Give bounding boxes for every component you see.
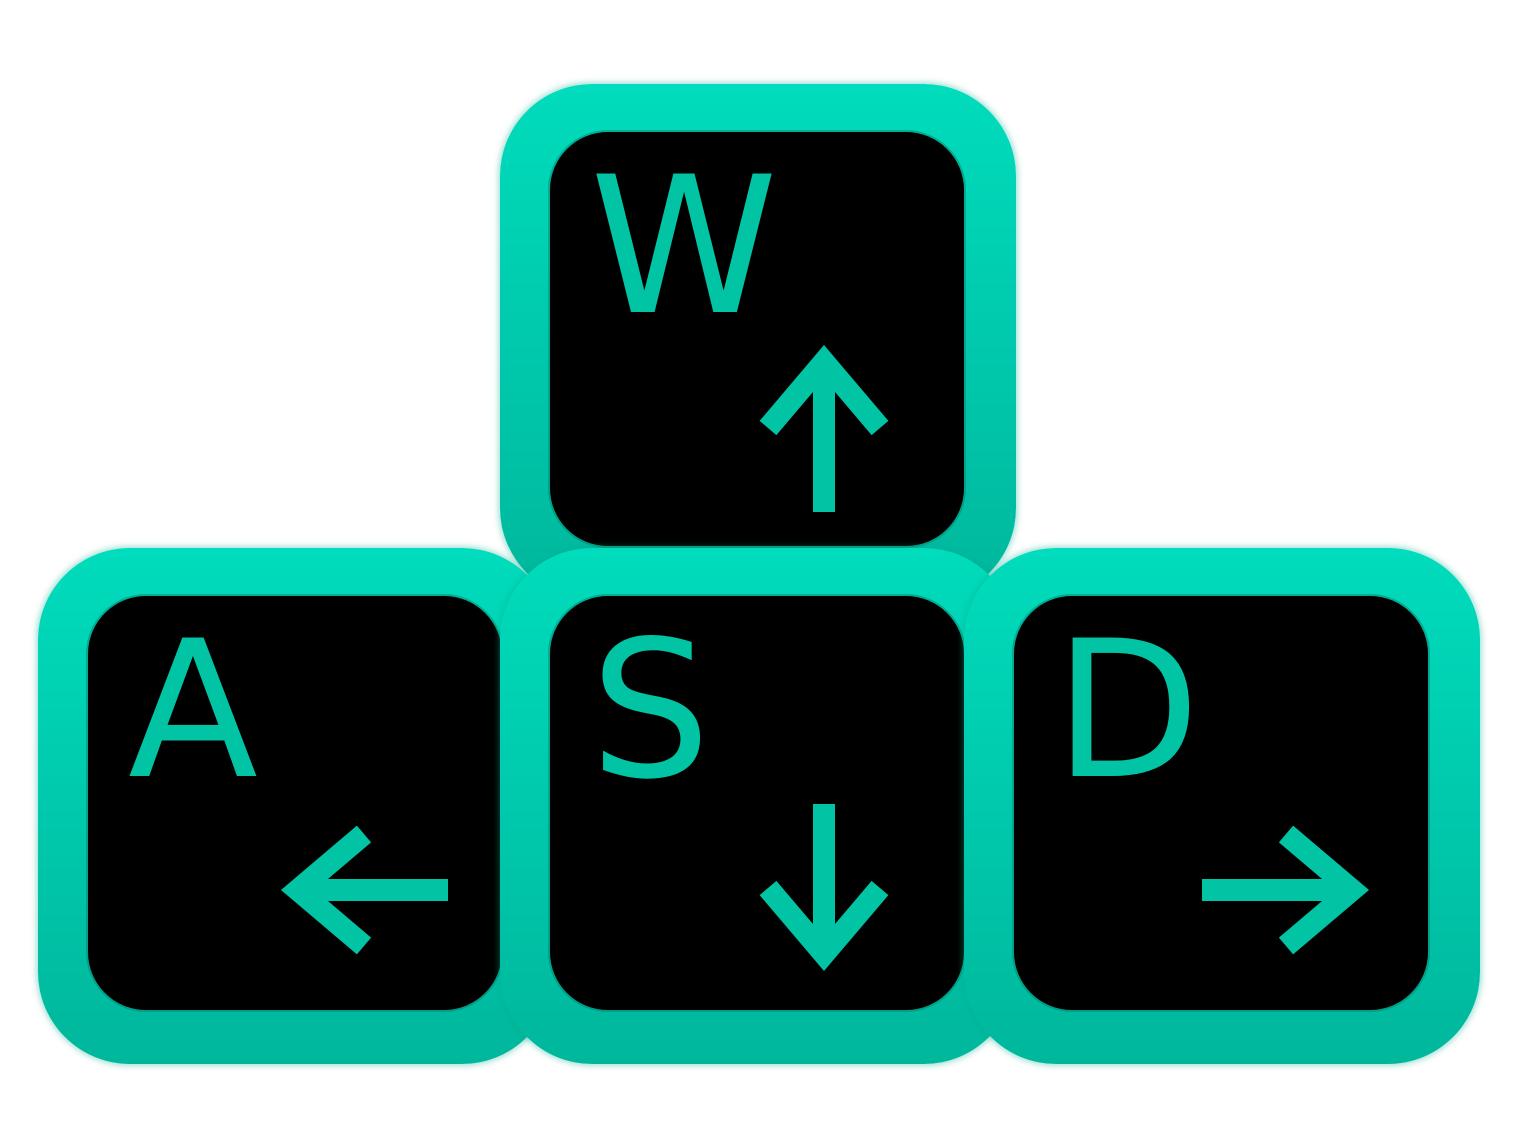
key-s-letter: S (590, 600, 711, 821)
key-d-face: D (1014, 596, 1428, 1010)
wasd-keypad: W A S D (0, 0, 1514, 1140)
arrow-down-icon (759, 804, 889, 972)
arrow-left-icon (280, 825, 448, 955)
key-a-letter: A (128, 600, 258, 821)
key-s[interactable]: S (500, 548, 1016, 1064)
key-a[interactable]: A (38, 548, 554, 1064)
key-a-face: A (88, 596, 502, 1010)
arrow-up-icon (759, 344, 889, 512)
key-d-letter: D (1054, 600, 1201, 821)
key-d[interactable]: D (964, 548, 1480, 1064)
key-w[interactable]: W (500, 84, 1016, 600)
key-w-face: W (550, 132, 964, 546)
key-s-face: S (550, 596, 964, 1010)
key-w-letter: W (590, 136, 778, 357)
arrow-right-icon (1202, 825, 1370, 955)
